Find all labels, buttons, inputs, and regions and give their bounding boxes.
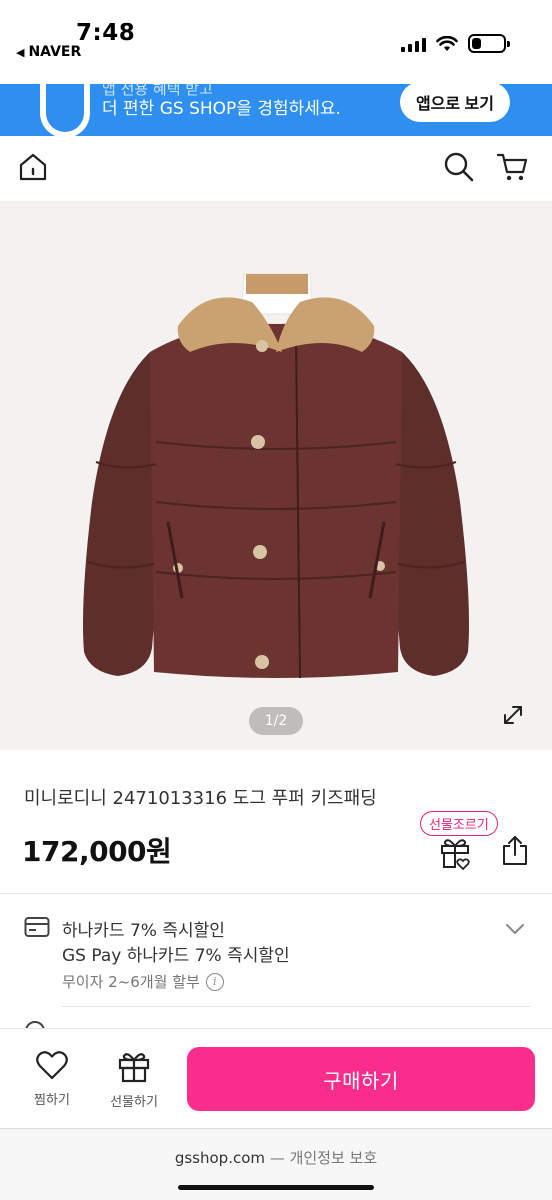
promo-gspay-discount: GS Pay 하나카드 7% 즉시할인 xyxy=(62,946,290,966)
url-separator: — xyxy=(269,1149,285,1167)
back-app-label: NAVER xyxy=(28,44,82,60)
back-triangle-icon: ◀ xyxy=(16,45,25,59)
credit-card-icon xyxy=(24,917,50,937)
wifi-icon xyxy=(436,35,458,51)
back-to-app-link[interactable]: ◀ NAVER xyxy=(16,44,81,60)
gift-request-tag[interactable]: 선물조르기 xyxy=(420,811,498,836)
app-install-banner[interactable]: 앱 전용 혜택 받고 더 편한 GS SHOP을 경험하세요. 앱으로 보기 xyxy=(0,84,552,136)
url-display[interactable]: gsshop.com — 개인정보 보호 xyxy=(0,1147,552,1168)
cellular-signal-icon xyxy=(401,36,426,52)
heart-icon xyxy=(36,1051,68,1080)
browser-url-bar[interactable]: gsshop.com — 개인정보 보호 xyxy=(0,1128,552,1200)
search-icon[interactable] xyxy=(442,150,476,184)
gift-box-icon xyxy=(118,1053,150,1083)
gift-button[interactable]: 선물하기 xyxy=(104,1049,164,1110)
open-app-button[interactable]: 앱으로 보기 xyxy=(399,84,510,122)
privacy-label: 개인정보 보호 xyxy=(289,1149,378,1167)
top-nav xyxy=(0,136,552,202)
gift-icon[interactable] xyxy=(438,834,472,870)
banner-text: 더 편한 GS SHOP을 경험하세요. xyxy=(102,99,341,119)
product-image[interactable] xyxy=(0,202,552,750)
status-bar: 7:48 ◀ NAVER xyxy=(0,0,552,84)
status-indicators xyxy=(401,34,510,53)
promo-card-discount: 하나카드 7% 즉시할인 xyxy=(62,921,225,941)
cart-icon[interactable] xyxy=(496,150,530,184)
status-time: 7:48 xyxy=(76,20,136,46)
share-icon[interactable] xyxy=(500,834,530,866)
image-pager: 1/2 xyxy=(249,707,303,735)
product-price: 172,000원 xyxy=(22,835,172,868)
info-icon[interactable]: i xyxy=(205,972,224,991)
installment-text: 무이자 2~6개월 할부 xyxy=(62,973,200,991)
product-title: 미니로디니 2471013316 도그 푸퍼 키즈패딩 xyxy=(24,788,377,809)
battery-level xyxy=(472,38,481,49)
divider xyxy=(62,1006,530,1007)
divider xyxy=(0,893,552,894)
home-icon[interactable] xyxy=(16,150,50,184)
battery-icon xyxy=(468,34,510,53)
url-domain: gsshop.com xyxy=(174,1149,266,1167)
bottom-action-bar: 찜하기 선물하기 구매하기 xyxy=(0,1028,552,1128)
wishlist-button[interactable]: 찜하기 xyxy=(22,1049,82,1108)
expand-icon[interactable] xyxy=(500,702,526,728)
kids-puffer-jacket-image xyxy=(83,273,469,679)
buy-button[interactable]: 구매하기 xyxy=(187,1047,535,1111)
wishlist-label: 찜하기 xyxy=(34,1093,70,1108)
home-indicator[interactable] xyxy=(178,1185,374,1190)
gift-label: 선물하기 xyxy=(110,1095,158,1110)
promo-installment: 무이자 2~6개월 할부 i xyxy=(62,971,224,992)
chevron-down-icon[interactable] xyxy=(504,918,526,940)
